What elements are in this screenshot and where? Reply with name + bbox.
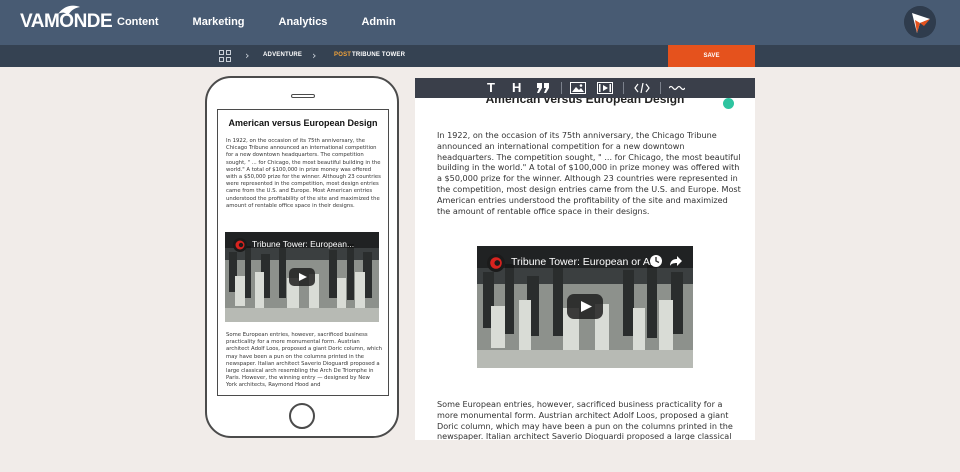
channel-logo-icon	[487, 254, 505, 272]
breadcrumb-bar: › ADVENTURE › POST TRIBUNE TOWER SAVE	[0, 45, 960, 67]
mobile-article-title: American versus European Design	[228, 118, 378, 128]
chevron-right-icon: ›	[245, 49, 250, 62]
editor-canvas[interactable]: American versus European Design In 1922,…	[415, 98, 755, 440]
mobile-paragraph-1: In 1922, on the occasion of its 75th ann…	[226, 138, 381, 209]
save-button[interactable]: SAVE	[668, 45, 755, 67]
toolbar-divider	[561, 82, 562, 94]
toolbar-divider	[623, 82, 624, 94]
editor-article-title[interactable]: American versus European Design	[415, 98, 755, 106]
nav-admin[interactable]: Admin	[361, 16, 395, 28]
editor-video-title: Tribune Tower: European or A...	[511, 256, 659, 268]
mobile-paragraph-2: Some European entries, however, sacrific…	[226, 332, 382, 389]
divider-icon[interactable]	[669, 85, 685, 91]
code-icon[interactable]	[634, 83, 650, 93]
video-icon[interactable]	[597, 82, 613, 94]
post-tag: POST	[334, 52, 352, 58]
nav-marketing[interactable]: Marketing	[193, 16, 245, 28]
main-nav: Content Marketing Analytics Admin	[117, 16, 430, 28]
nav-content[interactable]: Content	[117, 16, 159, 28]
grid-icon[interactable]	[219, 50, 231, 62]
watch-later-icon[interactable]	[649, 254, 663, 268]
mobile-preview: American versus European Design In 1922,…	[205, 76, 399, 438]
editor-paragraph-2[interactable]: Some European entries, however, sacrific…	[437, 399, 743, 440]
user-avatar[interactable]	[904, 6, 936, 38]
editor-toolbar: T H	[415, 78, 755, 98]
heading-button[interactable]: H	[512, 81, 521, 95]
image-icon[interactable]	[570, 82, 586, 94]
phone-home-button	[289, 403, 315, 429]
chevron-right-icon: ›	[312, 49, 317, 62]
play-icon[interactable]	[289, 268, 315, 286]
play-icon[interactable]	[567, 294, 603, 319]
share-icon[interactable]	[669, 254, 683, 268]
avatar-logo-icon	[904, 6, 936, 38]
text-button[interactable]: T	[487, 81, 495, 95]
editor-paragraph-1[interactable]: In 1922, on the occasion of its 75th ann…	[437, 130, 743, 216]
breadcrumb-post-title[interactable]: TRIBUNE TOWER	[352, 52, 405, 58]
channel-logo-icon	[233, 238, 247, 252]
mobile-video-embed[interactable]: Tribune Tower: European...	[225, 232, 379, 322]
phone-speaker	[291, 94, 315, 98]
top-navigation: VAMONDE Content Marketing Analytics Admi…	[0, 0, 960, 45]
mobile-video-title: Tribune Tower: European...	[252, 239, 355, 249]
breadcrumb-adventure[interactable]: ADVENTURE	[263, 52, 302, 58]
nav-analytics[interactable]: Analytics	[279, 16, 328, 28]
vamonde-logo[interactable]: VAMONDE	[20, 5, 113, 34]
quote-icon[interactable]	[536, 82, 550, 94]
grammarly-icon[interactable]	[723, 98, 734, 109]
toolbar-divider	[660, 82, 661, 94]
editor-video-embed[interactable]: Tribune Tower: European or A...	[477, 246, 693, 368]
bird-icon	[58, 5, 80, 16]
mobile-screen[interactable]: American versus European Design In 1922,…	[217, 109, 389, 396]
